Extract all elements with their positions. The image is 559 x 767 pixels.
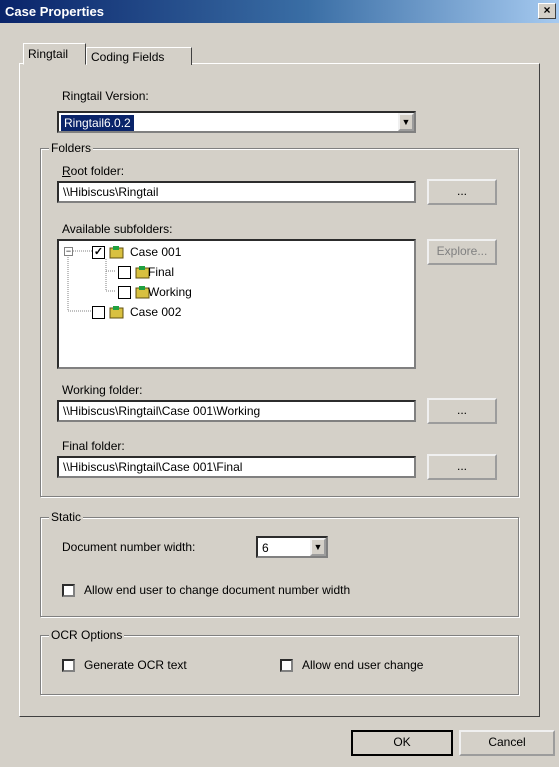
chevron-down-icon[interactable]: ▼ — [398, 113, 414, 131]
version-label: Ringtail Version: — [62, 89, 149, 103]
tree-label-case-002: Case 002 — [130, 305, 182, 319]
final-folder-input[interactable]: \\Hibiscus\Ringtail\Case 001\Final — [57, 456, 416, 478]
root-folder-label-text: oot folder: — [70, 164, 125, 178]
folder-icon — [109, 246, 124, 259]
version-selected-value: Ringtail6.0.2 — [61, 115, 134, 131]
root-folder-label: Root folder: — [62, 164, 125, 178]
working-folder-input[interactable]: \\Hibiscus\Ringtail\Case 001\Working — [57, 400, 416, 422]
static-legend: Static — [49, 510, 84, 524]
tree-label-case-001: Case 001 — [130, 245, 182, 259]
final-browse-button[interactable]: ... — [427, 454, 497, 480]
tab-coding-fields-label: Coding Fields — [91, 50, 165, 64]
folder-icon — [109, 306, 124, 319]
version-dropdown[interactable]: Ringtail6.0.2 ▼ — [57, 111, 416, 133]
final-folder-label: Final folder: — [62, 439, 125, 453]
root-folder-input[interactable]: \\Hibiscus\Ringtail — [57, 181, 416, 203]
generate-ocr-label: Generate OCR text — [84, 658, 187, 672]
docnum-width-value: 6 — [262, 541, 269, 555]
allow-ocr-change-label: Allow end user change — [302, 658, 424, 672]
tree-checkbox-case-002[interactable] — [92, 306, 105, 319]
chevron-down-icon[interactable]: ▼ — [310, 538, 326, 556]
tree-label-working: Working — [148, 285, 192, 299]
generate-ocr-checkbox[interactable] — [62, 659, 75, 672]
window-title: Case Properties — [5, 4, 104, 19]
tree-label-final: Final — [148, 265, 175, 279]
tree-checkbox-working[interactable] — [118, 286, 131, 299]
subfolders-label: Available subfolders: — [62, 222, 173, 236]
collapse-icon[interactable]: − — [64, 247, 73, 256]
allow-ocr-change-checkbox[interactable] — [280, 659, 293, 672]
allow-change-width-label: Allow end user to change document number… — [84, 583, 351, 597]
ok-button[interactable]: OK — [351, 730, 453, 756]
folders-legend: Folders — [49, 141, 94, 155]
allow-change-width-checkbox[interactable] — [62, 584, 75, 597]
explore-button[interactable]: Explore... — [427, 239, 497, 265]
root-browse-button[interactable]: ... — [427, 179, 497, 205]
static-group — [40, 517, 519, 617]
cancel-button[interactable]: Cancel — [459, 730, 555, 756]
close-button[interactable]: × — [538, 3, 556, 19]
docnum-width-label: Document number width: — [62, 540, 196, 554]
tab-ringtail[interactable]: Ringtail — [23, 43, 86, 65]
tree-checkbox-final[interactable] — [118, 266, 131, 279]
tab-coding-fields[interactable]: Coding Fields — [86, 47, 192, 65]
ocr-legend: OCR Options — [49, 628, 125, 642]
tree-checkbox-case-001[interactable]: ✓ — [92, 246, 105, 259]
working-browse-button[interactable]: ... — [427, 398, 497, 424]
working-folder-label: Working folder: — [62, 383, 143, 397]
docnum-width-dropdown[interactable]: 6 ▼ — [256, 536, 328, 558]
tab-ringtail-label: Ringtail — [28, 47, 69, 61]
